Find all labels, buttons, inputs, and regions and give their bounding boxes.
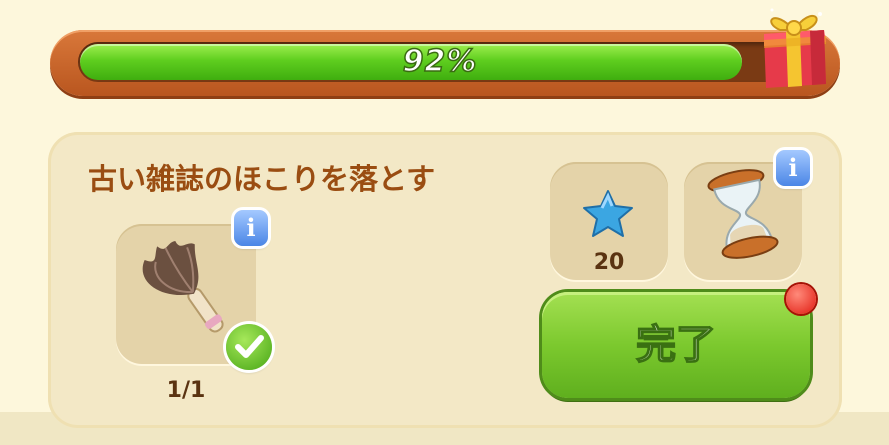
progress-label: 92% xyxy=(402,43,478,80)
info-button-item[interactable]: i xyxy=(234,210,268,246)
progress-bar: 92% xyxy=(50,30,840,96)
progress-track: 92% xyxy=(78,42,802,82)
check-icon xyxy=(226,324,272,370)
notification-dot xyxy=(786,284,816,314)
info-button-time[interactable]: i xyxy=(776,150,810,186)
complete-button-label: 完了 xyxy=(635,321,717,369)
gift-box-icon[interactable] xyxy=(754,0,834,92)
item-count: 1/1 xyxy=(166,378,206,403)
complete-button[interactable]: 完了 xyxy=(542,292,810,398)
quest-title: 古い雑誌のほこりを落とす xyxy=(88,162,436,196)
blue-star-icon xyxy=(583,190,633,237)
hourglass-icon xyxy=(707,169,779,259)
reward-amount: 20 xyxy=(593,250,625,275)
